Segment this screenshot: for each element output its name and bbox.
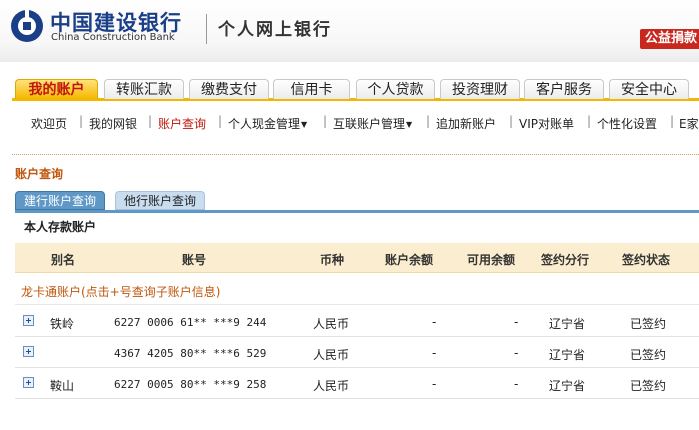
cell-available: - [514,377,519,391]
cell-account: 4367 4205 80** ***6 529 [114,347,267,360]
cell-branch: 辽宁省 [549,317,586,331]
tab-my-account[interactable]: 我的账户 [15,79,98,99]
cell-balance: - [432,315,437,329]
cell-branch: 辽宁省 [549,379,586,393]
expand-plus-icon[interactable] [23,315,34,326]
tab-ccb-account-query[interactable]: 建行账户查询 [15,191,105,210]
tab-other-bank-query[interactable]: 他行账户查询 [115,191,205,210]
cell-status: 已签约 [630,317,667,331]
column-header-branch: 签约分行 [541,253,590,267]
subnav-item-add-account[interactable]: 追加新账户 [436,115,496,132]
subnav-item-cash-management[interactable]: 个人现金管理▼ [228,115,307,132]
cell-branch: 辽宁省 [549,348,586,362]
column-header-available: 可用余额 [467,253,516,267]
subnav-label: 欢迎页 [31,117,68,131]
divider [12,154,699,155]
subnav-label: E家 [679,117,699,131]
table-header: 别名 账号 币种 账户余额 可用余额 签约分行 签约状态 [15,243,699,272]
tab-transfer[interactable]: 转账汇款 [104,79,184,99]
subnav-item-linked-accounts[interactable]: 互联账户管理▼ [333,115,412,132]
subnav-label: 账户查询 [158,117,207,131]
subnav-label: 个人现金管理 [228,117,301,131]
caret-down-icon: ▼ [406,120,413,129]
page-header: 中国建设银行 China Construction Bank 个人网上银行 公益… [0,0,699,62]
ccb-logo-icon [11,9,43,42]
cell-currency: 人民币 [313,348,350,362]
subnav-separator: | [148,114,153,128]
section-title: 账户查询 [15,167,64,181]
tab-customer-service[interactable]: 客户服务 [524,79,604,99]
table-row: 4367 4205 80** ***6 529 人民币 - - 辽宁省 已签约 [15,337,699,368]
group-row: 龙卡通账户(点击+号查询子账户信息) [15,272,699,305]
subnav-item-my-ebank[interactable]: 我的网银 [89,115,137,132]
subnav-separator: | [79,114,84,128]
cell-account: 6227 0006 61** ***9 244 [114,316,267,329]
column-header-balance: 账户余额 [385,253,434,267]
subnav-item-welcome[interactable]: 欢迎页 [31,115,67,132]
column-header-account: 账号 [182,253,207,267]
subnav-item-personalize[interactable]: 个性化设置 [597,115,657,132]
subnav-label: VIP对账单 [519,117,574,131]
tab-payment[interactable]: 缴费支付 [189,79,269,99]
cell-available: - [514,346,519,360]
cell-balance: - [432,377,437,391]
subnav-separator: | [587,114,592,128]
group-label: 龙卡通账户(点击+号查询子账户信息) [21,285,221,299]
sub-nav: 欢迎页 我的网银 账户查询 个人现金管理▼ 互联账户管理▼ 追加新账户 VIP对账单 个性化设… [0,108,699,134]
cell-status: 已签约 [630,348,667,362]
product-title: 个人网上银行 [218,20,332,40]
subnav-separator: | [426,114,431,128]
subnav-separator: | [218,114,223,128]
header-divider [206,14,207,44]
tab-personal-loan[interactable]: 个人贷款 [356,79,435,99]
subnav-separator: | [323,114,328,128]
cell-alias: 铁岭 [50,317,75,331]
cell-alias: 鞍山 [50,379,75,393]
subnav-item-e-home[interactable]: E家 [679,115,699,132]
subnav-separator: | [509,114,514,128]
tab-investment[interactable]: 投资理财 [440,79,520,99]
column-header-currency: 币种 [320,253,345,267]
cell-currency: 人民币 [313,317,350,331]
cell-account: 6227 0005 80** ***9 258 [114,378,267,391]
table-row: 鞍山 6227 0005 80** ***9 258 人民币 - - 辽宁省 已… [15,368,699,399]
bank-name-english: China Construction Bank [51,32,175,43]
subnav-item-account-query[interactable]: 账户查询 [158,115,206,132]
expand-plus-icon[interactable] [23,377,34,388]
cell-status: 已签约 [630,379,667,393]
table-row: 铁岭 6227 0006 61** ***9 244 人民币 - - 辽宁省 已… [15,306,699,337]
donate-button[interactable]: 公益捐款 [640,29,699,49]
subnav-label: 个性化设置 [597,117,658,131]
cell-currency: 人民币 [313,379,350,393]
subnav-label: 我的网银 [89,117,138,131]
tab-security-center[interactable]: 安全中心 [609,79,689,99]
account-group-heading: 本人存款账户 [24,220,97,234]
expand-plus-icon[interactable] [23,346,34,357]
subnav-item-vip-statement[interactable]: VIP对账单 [519,115,574,132]
subnav-separator: | [670,114,675,128]
column-header-alias: 别名 [51,253,76,267]
subnav-label: 追加新账户 [436,117,497,131]
caret-down-icon: ▼ [301,120,308,129]
column-header-status: 签约状态 [622,253,671,267]
tab-credit-card[interactable]: 信用卡 [273,79,350,99]
cell-available: - [514,315,519,329]
subnav-label: 互联账户管理 [333,117,406,131]
cell-balance: - [432,346,437,360]
